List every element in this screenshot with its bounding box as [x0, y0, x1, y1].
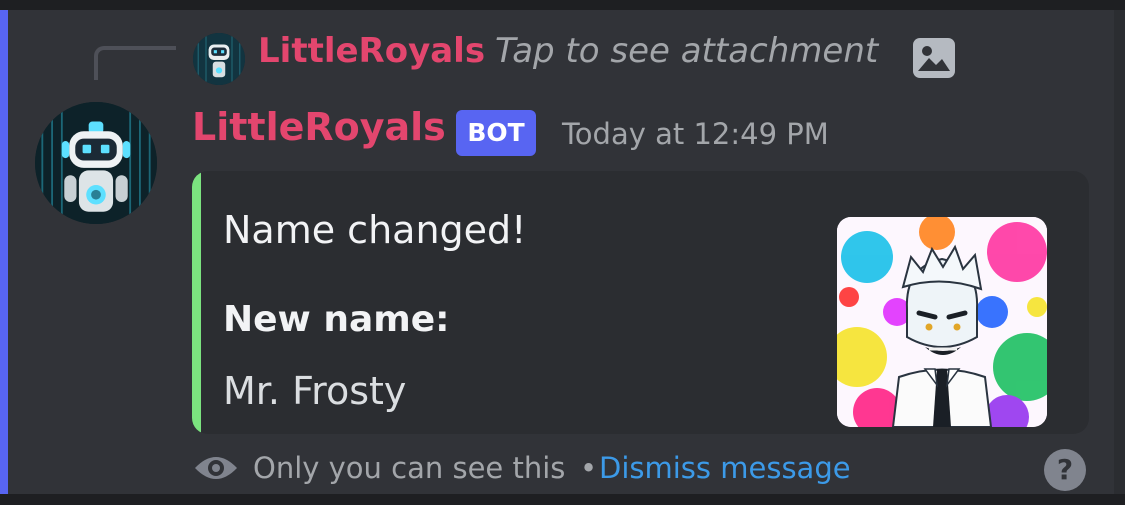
author-name[interactable]: LittleRoyals [192, 102, 446, 152]
reply-connector [94, 46, 176, 80]
bot-badge: BOT [456, 110, 536, 156]
embed-field-value: Mr. Frosty [223, 369, 407, 413]
reply-author-name[interactable]: LittleRoyals [258, 28, 485, 74]
author-avatar[interactable] [35, 102, 157, 224]
separator-dot: • [580, 451, 598, 485]
bottom-divider [0, 494, 1125, 505]
reply-attachment-link[interactable]: Tap to see attachment [495, 28, 878, 74]
dismiss-message-link[interactable]: Dismiss message [599, 448, 851, 488]
message-timestamp: Today at 12:49 PM [562, 117, 829, 151]
embed-card: Name changed! New name: Mr. Frosty [192, 171, 1089, 434]
eye-icon [193, 448, 239, 488]
chat-message: LittleRoyals Tap to see attachment Littl… [0, 10, 1114, 494]
embed-title: Name changed! [223, 208, 527, 252]
reply-avatar[interactable] [193, 33, 245, 85]
embed-field-name: New name: [223, 299, 450, 340]
embed-thumbnail[interactable] [837, 217, 1047, 427]
help-icon[interactable]: ? [1044, 449, 1086, 491]
highlight-bar [0, 10, 8, 494]
embed-accent-bar [192, 171, 201, 434]
top-divider [0, 0, 1125, 10]
ephemeral-notice: Only you can see this [253, 451, 566, 485]
image-icon [913, 38, 955, 78]
